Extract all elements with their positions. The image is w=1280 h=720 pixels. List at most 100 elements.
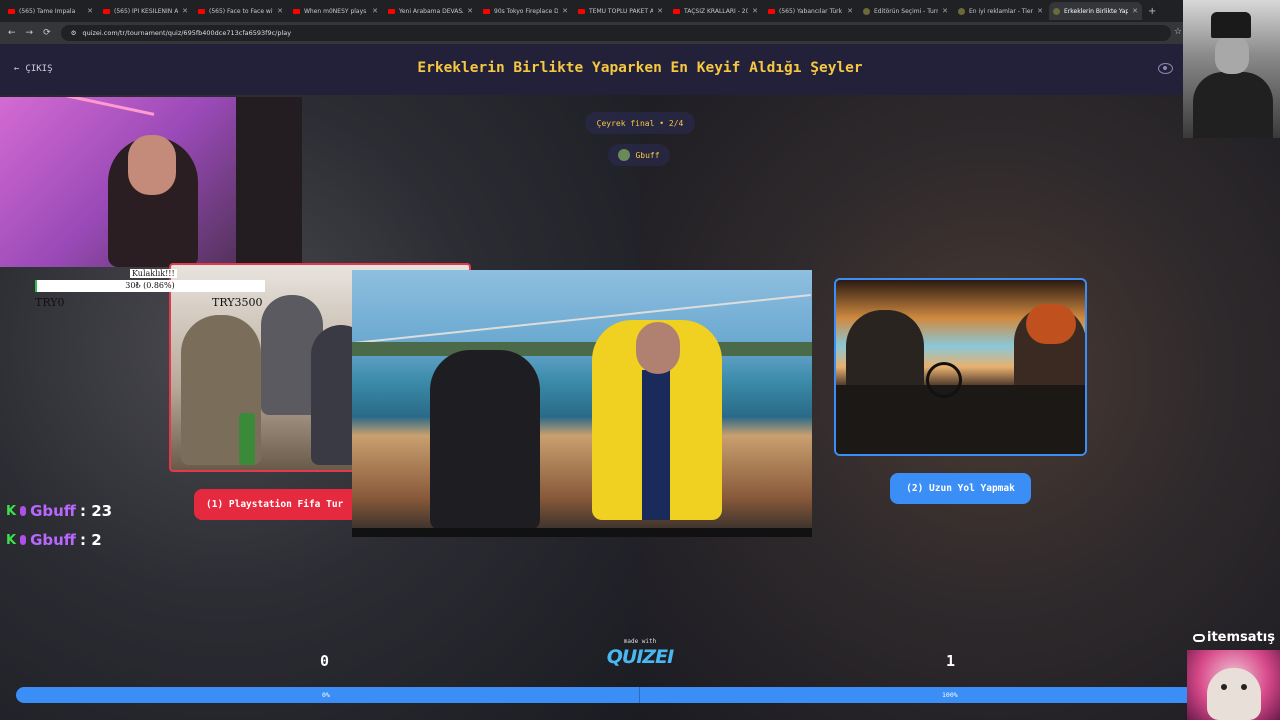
youtube-icon bbox=[483, 8, 490, 14]
close-icon[interactable]: ✕ bbox=[87, 7, 93, 15]
close-icon[interactable]: ✕ bbox=[942, 7, 948, 15]
browser-tab-bar: (565) Tame Impala ✕ (565) İPİ KESİLENİN A ✕… bbox=[0, 0, 1280, 22]
jersey-stripe bbox=[642, 370, 670, 520]
score-left: 0 bbox=[320, 652, 330, 670]
cat-overlay bbox=[1187, 650, 1280, 720]
close-icon[interactable]: ✕ bbox=[1037, 7, 1043, 15]
browser-tab[interactable]: When m0NESY plays ✕ bbox=[289, 2, 382, 20]
hair-figure bbox=[1026, 304, 1076, 344]
mic-icon bbox=[20, 535, 27, 545]
address-bar-row: ← → ⟳ ⚙ quizei.com/tr/tournament/quiz/69… bbox=[0, 22, 1280, 44]
person-figure bbox=[430, 350, 540, 530]
new-tab-button[interactable]: + bbox=[1144, 6, 1160, 17]
portrait-coat bbox=[1193, 72, 1273, 138]
close-icon[interactable]: ✕ bbox=[752, 7, 758, 15]
tab-title: TEMU TOPLU PAKET A bbox=[589, 7, 654, 15]
user-name: Gbuff bbox=[635, 150, 660, 160]
round-badge: Çeyrek final • 2/4 bbox=[585, 112, 695, 134]
close-icon[interactable]: ✕ bbox=[562, 7, 568, 15]
tab-title: (565) Face to Face with bbox=[209, 7, 274, 15]
browser-tab[interactable]: TEMU TOPLU PAKET A ✕ bbox=[574, 2, 667, 20]
percent-right: 100% bbox=[942, 691, 958, 699]
kick-badge-icon: K bbox=[6, 532, 17, 548]
browser-tab[interactable]: TAÇSIZ KRALLARI - 20 ✕ bbox=[669, 2, 762, 20]
quizei-icon bbox=[1053, 7, 1060, 15]
browser-tab[interactable]: Editörün Seçimi - Turn ✕ bbox=[859, 2, 952, 20]
donation-goal-end: TRY3500 bbox=[212, 296, 263, 309]
youtube-icon bbox=[293, 8, 300, 14]
tab-title: En iyi reklamlar - Tier bbox=[969, 7, 1034, 15]
quizei-icon bbox=[958, 7, 965, 15]
donation-goal-text: 30₺ (0.86%) bbox=[125, 281, 175, 290]
browser-tab[interactable]: Yeni Arabama DEVASA ✕ bbox=[384, 2, 477, 20]
donation-goal-start: TRY0 bbox=[35, 296, 65, 309]
bottle-figure bbox=[239, 413, 255, 465]
close-icon[interactable]: ✕ bbox=[657, 7, 663, 15]
portrait-overlay bbox=[1183, 0, 1280, 138]
close-icon[interactable]: ✕ bbox=[372, 7, 378, 15]
sponsor-brand-text: itemsatış bbox=[1207, 630, 1275, 645]
option-left-button[interactable]: (1) Playstation Fifa Tur bbox=[194, 489, 360, 520]
made-with-label: made with bbox=[623, 638, 657, 645]
streamer-face bbox=[128, 135, 176, 195]
browser-tab[interactable]: (565) Tame Impala ✕ bbox=[4, 2, 97, 20]
close-icon[interactable]: ✕ bbox=[847, 7, 853, 15]
close-icon[interactable]: ✕ bbox=[182, 7, 188, 15]
kick-badge-icon: K bbox=[6, 503, 17, 519]
browser-tab[interactable]: (565) Yabancılar Türk ✕ bbox=[764, 2, 857, 20]
reload-icon[interactable]: ⟳ bbox=[43, 28, 51, 38]
person-head bbox=[636, 322, 680, 374]
mic-icon bbox=[20, 506, 27, 516]
close-icon[interactable]: ✕ bbox=[1132, 7, 1138, 15]
bookmark-star-icon[interactable]: ☆ bbox=[1174, 27, 1182, 37]
tab-title: (565) İPİ KESİLENİN A bbox=[114, 7, 179, 15]
option-right-image[interactable] bbox=[834, 278, 1087, 456]
tab-title: Yeni Arabama DEVASA bbox=[399, 7, 464, 15]
boat-rail bbox=[353, 293, 811, 345]
tab-title: 90s Tokyo Fireplace D bbox=[494, 7, 559, 15]
browser-tab[interactable]: Erkeklerin Birlikte Yapı ✕ bbox=[1049, 2, 1142, 20]
tab-title: Erkeklerin Birlikte Yapı bbox=[1064, 7, 1129, 15]
quizei-logo[interactable]: QUIZEI bbox=[605, 646, 675, 668]
user-badge: Gbuff bbox=[608, 144, 670, 166]
back-icon[interactable]: ← bbox=[8, 28, 16, 38]
tab-title: When m0NESY plays bbox=[304, 7, 367, 15]
browser-tab[interactable]: En iyi reklamlar - Tier ✕ bbox=[954, 2, 1047, 20]
youtube-icon bbox=[578, 8, 585, 14]
led-light-strip bbox=[60, 97, 155, 116]
close-icon[interactable]: ✕ bbox=[467, 7, 473, 15]
url-text: quizei.com/tr/tournament/quiz/695fb400dc… bbox=[82, 29, 292, 37]
youtube-icon bbox=[103, 8, 110, 14]
car-dashboard bbox=[836, 385, 1085, 454]
vote-progress-divider bbox=[639, 687, 640, 703]
url-field[interactable]: ⚙ quizei.com/tr/tournament/quiz/695fb400… bbox=[60, 25, 1171, 41]
browser-tab[interactable]: 90s Tokyo Fireplace D ✕ bbox=[479, 2, 572, 20]
youtube-icon bbox=[673, 8, 680, 14]
tab-title: Editörün Seçimi - Turn bbox=[874, 7, 939, 15]
score-right: 1 bbox=[946, 652, 956, 670]
donation-goal-bar: 30₺ (0.86%) bbox=[35, 280, 265, 292]
quizei-icon bbox=[863, 7, 870, 15]
youtube-icon bbox=[8, 8, 15, 14]
close-icon[interactable]: ✕ bbox=[277, 7, 283, 15]
page-title: Erkeklerin Birlikte Yaparken En Keyif Al… bbox=[417, 60, 863, 76]
site-info-icon[interactable]: ⚙ bbox=[71, 29, 77, 37]
video-progress-bar[interactable] bbox=[352, 528, 812, 537]
option-right-button[interactable]: (2) Uzun Yol Yapmak bbox=[890, 473, 1031, 504]
tab-title: (565) Tame Impala bbox=[19, 7, 76, 15]
chat-username: Gbuff bbox=[30, 531, 76, 549]
avatar bbox=[618, 149, 631, 161]
video-player[interactable] bbox=[352, 270, 812, 537]
youtube-icon bbox=[768, 8, 775, 14]
steering-wheel bbox=[926, 362, 962, 398]
browser-tab[interactable]: (565) İPİ KESİLENİN A ✕ bbox=[99, 2, 192, 20]
cat-eye bbox=[1241, 684, 1247, 690]
eye-icon[interactable] bbox=[1158, 63, 1173, 74]
shoreline bbox=[352, 342, 812, 356]
browser-tab[interactable]: (565) Face to Face with ✕ bbox=[194, 2, 287, 20]
portrait-face bbox=[1215, 36, 1249, 74]
portrait-hat bbox=[1211, 12, 1251, 38]
chat-line: K Gbuff : 2 bbox=[6, 531, 102, 549]
tab-title: TAÇSIZ KRALLARI - 20 bbox=[684, 7, 749, 15]
forward-icon[interactable]: → bbox=[26, 28, 34, 38]
